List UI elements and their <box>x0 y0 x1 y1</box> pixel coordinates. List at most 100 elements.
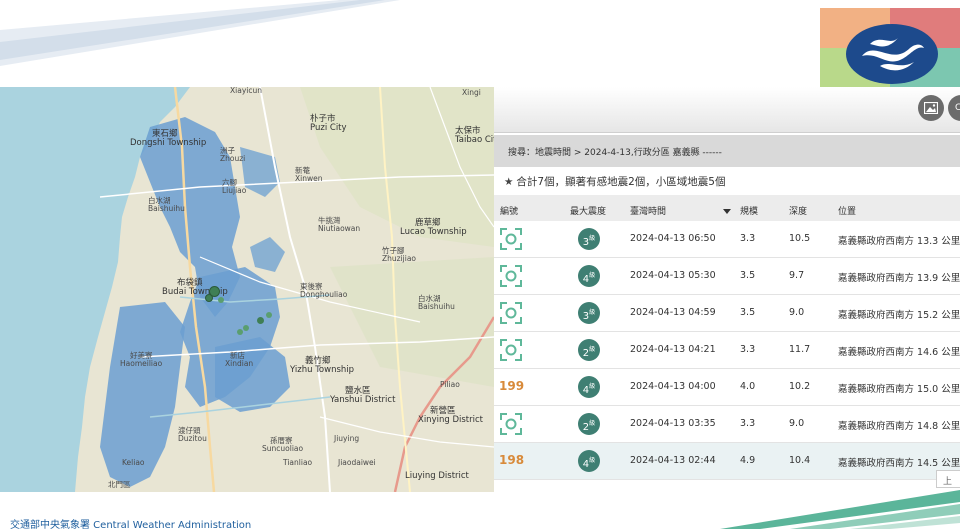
map-label: Jiaodaiwei <box>338 458 376 467</box>
column-header-depth[interactable]: 深度 <box>789 204 807 217</box>
epicenter-marker[interactable] <box>218 297 224 303</box>
map-canvas[interactable] <box>0 87 494 492</box>
footer-agency-name[interactable]: 交通部中央氣象署 Central Weather Administration <box>10 516 251 529</box>
time-cell: 2024-04-13 02:44 <box>630 455 716 466</box>
map-label: Tianliao <box>283 458 313 467</box>
magnitude-cell: 3.3 <box>740 344 756 355</box>
intensity-badge: 4級 <box>578 376 600 398</box>
intensity-badge: 4級 <box>578 265 600 287</box>
depth-cell: 9.0 <box>789 307 805 318</box>
depth-cell: 10.4 <box>789 455 811 466</box>
table-row[interactable]: 199 4級 2024-04-13 04:00 4.0 10.2 嘉義縣政府西南方 15.… <box>494 369 960 406</box>
focus-icon[interactable] <box>500 413 522 435</box>
table-row[interactable]: 3級 2024-04-13 04:59 3.5 9.0 嘉義縣政府西南方 15.2 公里 <box>494 295 960 332</box>
earthquake-map[interactable]: Xiayicun Xingi 朴子市 Puzi City 太保市 Taibao Ci… <box>0 87 494 492</box>
map-label: Xingi <box>462 88 481 97</box>
map-label: 太保市Taibao City <box>455 126 494 145</box>
magnitude-cell: 3.3 <box>740 233 756 244</box>
time-cell: 2024-04-13 04:59 <box>630 307 716 318</box>
earthquake-id-link[interactable]: 198 <box>499 453 524 467</box>
location-cell: 嘉義縣政府西南方 14.5 公里 <box>838 458 960 469</box>
table-row[interactable]: 2級 2024-04-13 03:35 3.3 9.0 嘉義縣政府西南方 14.8 公里 <box>494 406 960 443</box>
table-header <box>494 195 960 221</box>
earthquake-id-link[interactable]: 199 <box>499 379 524 393</box>
map-label: 孫厝寮 Suncuoliao <box>262 436 304 453</box>
intensity-badge: 3級 <box>578 302 600 324</box>
intensity-badge: 3級 <box>578 228 600 250</box>
panel-toolbar <box>494 87 960 133</box>
time-cell: 2024-04-13 04:00 <box>630 381 716 392</box>
map-label: 朴子市 Puzi City <box>310 114 347 133</box>
epicenter-marker-199[interactable] <box>205 294 213 302</box>
column-header-id[interactable]: 編號 <box>500 204 518 217</box>
map-label: 東石鄉 Dongshi Township <box>130 129 207 148</box>
intensity-badge: 2級 <box>578 413 600 435</box>
magnitude-cell: 3.5 <box>740 270 756 281</box>
table-row[interactable]: 4級 2024-04-13 05:30 3.5 9.7 嘉義縣政府西南方 13.9 公里 <box>494 258 960 295</box>
summary-text: 合計7個，顯著有感地震2個，小區域地震5個 <box>516 176 726 188</box>
time-cell: 2024-04-13 03:35 <box>630 418 716 429</box>
image-export-button[interactable] <box>918 95 944 121</box>
depth-cell: 9.0 <box>789 418 805 429</box>
map-label: Liuying District <box>405 471 469 481</box>
location-cell: 嘉義縣政府西南方 13.3 公里 <box>838 236 960 247</box>
depth-cell: 10.5 <box>789 233 811 244</box>
summary-line: ★ 合計7個，顯著有感地震2個，小區域地震5個 <box>504 174 725 189</box>
header-decoration <box>0 0 400 66</box>
map-label: 東後寮 Donghouliao <box>300 282 348 299</box>
table-row[interactable]: 2級 2024-04-13 04:21 3.3 11.7 嘉義縣政府西南方 14.6 公… <box>494 332 960 369</box>
column-header-magnitude[interactable]: 規模 <box>740 204 758 217</box>
time-cell: 2024-04-13 05:30 <box>630 270 716 281</box>
map-label: 白水湖 Baishuihu <box>418 294 455 311</box>
epicenter-marker[interactable] <box>243 325 249 331</box>
column-header-intensity[interactable]: 最大震度 <box>570 204 606 217</box>
csv-icon: CS <box>955 103 960 113</box>
epicenter-marker[interactable] <box>237 329 243 335</box>
magnitude-cell: 4.0 <box>740 381 756 392</box>
location-cell: 嘉義縣政府西南方 13.9 公里 <box>838 273 960 284</box>
magnitude-cell: 3.3 <box>740 418 756 429</box>
focus-icon[interactable] <box>500 265 522 287</box>
map-label: 新菴 Xinwen <box>295 166 323 183</box>
star-icon: ★ <box>504 176 514 188</box>
map-label: Keliao <box>122 458 145 467</box>
cwa-logo[interactable] <box>820 8 960 87</box>
map-label: 新營區 Xinying District <box>418 406 483 425</box>
depth-cell: 11.7 <box>789 344 811 355</box>
map-label: Piliao <box>440 380 460 389</box>
sort-desc-icon[interactable] <box>723 209 731 214</box>
magnitude-cell: 3.5 <box>740 307 756 318</box>
epicenter-marker[interactable] <box>266 312 272 318</box>
query-text: 搜尋：地震時間 > 2024-4-13,行政分區 嘉義縣 ------ <box>508 148 722 158</box>
epicenter-marker[interactable] <box>257 317 264 324</box>
focus-icon[interactable] <box>500 302 522 324</box>
map-label: 新店 Xindian <box>225 351 254 368</box>
earthquake-list-panel: CS 搜尋：地震時間 > 2024-4-13,行政分區 嘉義縣 ------ ★… <box>494 87 960 500</box>
map-label: 六腳 Liujiao <box>222 178 247 195</box>
focus-icon[interactable] <box>500 339 522 361</box>
table-row[interactable]: 3級 2024-04-13 06:50 3.3 10.5 嘉義縣政府西南方 13.3 公… <box>494 221 960 258</box>
time-cell: 2024-04-13 06:50 <box>630 233 716 244</box>
map-label: 鹿草鄉 Lucao Township <box>400 218 467 237</box>
map-label: Xiayicun <box>230 87 262 95</box>
map-label: 義竹鄉 Yizhu Township <box>290 356 355 375</box>
intensity-badge: 4級 <box>578 450 600 472</box>
location-cell: 嘉義縣政府西南方 15.2 公里 <box>838 310 960 321</box>
map-label: 好美寮 Haomeiliao <box>120 351 163 368</box>
map-label: 渡仔頭 Duzitou <box>178 426 207 443</box>
image-icon <box>924 102 938 114</box>
focus-icon[interactable] <box>500 228 522 250</box>
time-cell: 2024-04-13 04:21 <box>630 344 716 355</box>
column-header-location[interactable]: 位置 <box>838 204 856 217</box>
magnitude-cell: 4.9 <box>740 455 756 466</box>
location-cell: 嘉義縣政府西南方 14.6 公里 <box>838 347 960 358</box>
map-label: 北門區 <box>108 480 131 489</box>
footer-decoration <box>720 490 960 529</box>
map-label: 竹子腳 Zhuzijiao <box>382 246 417 263</box>
depth-cell: 10.2 <box>789 381 811 392</box>
map-label: 洲子 Zhouzi <box>220 146 246 163</box>
depth-cell: 9.7 <box>789 270 805 281</box>
map-label: Jiuying <box>334 434 360 443</box>
table-row[interactable]: 198 4級 2024-04-13 02:44 4.9 10.4 嘉義縣政府西南方 14.… <box>494 443 960 480</box>
column-header-time[interactable]: 臺灣時間 <box>630 204 666 217</box>
